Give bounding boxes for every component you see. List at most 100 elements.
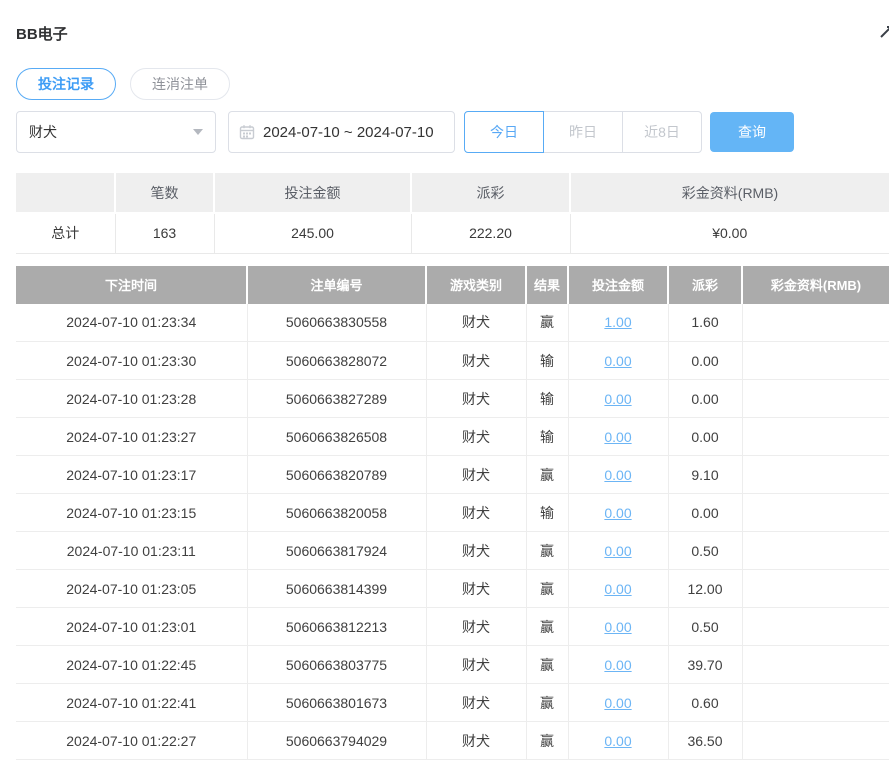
last-8-days-button[interactable]: 近8日 (622, 111, 702, 153)
cell-bet: 0.00 (568, 570, 668, 608)
cell-payout: 0.50 (668, 608, 742, 646)
bet-amount-link[interactable]: 0.00 (604, 505, 631, 521)
bet-amount-link[interactable]: 0.00 (604, 467, 631, 483)
cell-jackpot (742, 608, 889, 646)
cell-jackpot (742, 570, 889, 608)
cell-payout: 0.00 (668, 418, 742, 456)
summary-total-label: 总计 (16, 213, 115, 253)
record-type-tabs: 投注记录 连消注单 (16, 68, 889, 100)
bet-amount-link[interactable]: 0.00 (604, 657, 631, 673)
cell-game: 财犬 (426, 722, 526, 760)
table-row: 2024-07-10 01:22:455060663803775财犬赢0.003… (16, 646, 889, 684)
cell-game: 财犬 (426, 570, 526, 608)
cell-jackpot (742, 532, 889, 570)
table-row: 2024-07-10 01:23:155060663820058财犬输0.000… (16, 494, 889, 532)
table-row: 2024-07-10 01:23:055060663814399财犬赢0.001… (16, 570, 889, 608)
header-jackpot: 彩金资料(RMB) (742, 266, 889, 304)
today-button[interactable]: 今日 (464, 111, 544, 153)
cell-time: 2024-07-10 01:23:15 (16, 494, 247, 532)
cell-game: 财犬 (426, 646, 526, 684)
cell-order-no: 5060663820789 (247, 456, 426, 494)
cell-game: 财犬 (426, 608, 526, 646)
tab-cancelled-orders[interactable]: 连消注单 (130, 68, 230, 100)
header-result: 结果 (526, 266, 568, 304)
cell-time: 2024-07-10 01:23:11 (16, 532, 247, 570)
cell-time: 2024-07-10 01:22:41 (16, 684, 247, 722)
cell-game: 财犬 (426, 418, 526, 456)
cell-result: 赢 (526, 570, 568, 608)
bet-amount-link[interactable]: 1.00 (604, 314, 631, 330)
bet-amount-link[interactable]: 0.00 (604, 619, 631, 635)
cell-bet: 0.00 (568, 456, 668, 494)
page-title: BB电子 (16, 0, 889, 44)
cell-order-no: 5060663817924 (247, 532, 426, 570)
cell-bet: 0.00 (568, 684, 668, 722)
table-row: 2024-07-10 01:23:305060663828072财犬输0.000… (16, 342, 889, 380)
summary-header-count: 笔数 (115, 173, 214, 213)
cell-bet: 0.00 (568, 418, 668, 456)
cell-bet: 0.00 (568, 646, 668, 684)
cell-order-no: 5060663830558 (247, 304, 426, 342)
summary-total-bet-amount: 245.00 (214, 213, 411, 253)
cell-bet: 0.00 (568, 722, 668, 760)
cell-order-no: 5060663814399 (247, 570, 426, 608)
cell-game: 财犬 (426, 456, 526, 494)
cell-bet: 0.00 (568, 532, 668, 570)
cell-result: 赢 (526, 722, 568, 760)
cell-game: 财犬 (426, 684, 526, 722)
cell-time: 2024-07-10 01:22:27 (16, 722, 247, 760)
table-row: 2024-07-10 01:23:275060663826508财犬输0.000… (16, 418, 889, 456)
summary-header-bet-amount: 投注金额 (214, 173, 411, 213)
cell-result: 输 (526, 380, 568, 418)
date-range-picker[interactable]: 2024-07-10 ~ 2024-07-10 (228, 111, 455, 153)
table-row: 2024-07-10 01:23:115060663817924财犬赢0.000… (16, 532, 889, 570)
yesterday-button[interactable]: 昨日 (543, 111, 623, 153)
cell-bet: 1.00 (568, 304, 668, 342)
cell-jackpot (742, 646, 889, 684)
bet-amount-link[interactable]: 0.00 (604, 543, 631, 559)
cell-jackpot (742, 722, 889, 760)
cell-jackpot (742, 342, 889, 380)
table-row: 2024-07-10 01:22:415060663801673财犬赢0.000… (16, 684, 889, 722)
summary-header-jackpot: 彩金资料(RMB) (570, 173, 889, 213)
cell-result: 赢 (526, 532, 568, 570)
game-select-value: 财犬 (29, 122, 57, 142)
cell-payout: 0.50 (668, 532, 742, 570)
summary-header-payout: 派彩 (411, 173, 570, 213)
bet-amount-link[interactable]: 0.00 (604, 581, 631, 597)
cell-order-no: 5060663803775 (247, 646, 426, 684)
bet-amount-link[interactable]: 0.00 (604, 695, 631, 711)
cell-order-no: 5060663812213 (247, 608, 426, 646)
header-order-number: 注单编号 (247, 266, 426, 304)
header-bet-amount: 投注金额 (568, 266, 668, 304)
game-select[interactable]: 财犬 (16, 111, 216, 153)
search-button[interactable]: 查询 (710, 112, 794, 152)
summary-table: 笔数 投注金额 派彩 彩金资料(RMB) 总计 163 245.00 222.2… (16, 173, 889, 254)
cell-time: 2024-07-10 01:23:17 (16, 456, 247, 494)
cell-jackpot (742, 380, 889, 418)
bet-amount-link[interactable]: 0.00 (604, 429, 631, 445)
table-row: 2024-07-10 01:23:175060663820789财犬赢0.009… (16, 456, 889, 494)
bet-amount-link[interactable]: 0.00 (604, 391, 631, 407)
summary-total-payout: 222.20 (411, 213, 570, 253)
tab-bet-records[interactable]: 投注记录 (16, 68, 116, 100)
cell-order-no: 5060663801673 (247, 684, 426, 722)
cell-jackpot (742, 684, 889, 722)
quick-range-group: 今日 昨日 近8日 (464, 111, 702, 153)
bet-amount-link[interactable]: 0.00 (604, 353, 631, 369)
bet-amount-link[interactable]: 0.00 (604, 733, 631, 749)
close-icon[interactable] (880, 26, 889, 38)
cell-time: 2024-07-10 01:23:27 (16, 418, 247, 456)
cell-jackpot (742, 494, 889, 532)
cell-result: 赢 (526, 608, 568, 646)
cell-bet: 0.00 (568, 380, 668, 418)
header-payout: 派彩 (668, 266, 742, 304)
summary-total-row: 总计 163 245.00 222.20 ¥0.00 (16, 213, 889, 253)
tab-cancelled-orders-label: 连消注单 (152, 74, 208, 94)
records-table: 下注时间 注单编号 游戏类别 结果 投注金额 派彩 彩金资料(RMB) 2024… (16, 266, 889, 760)
cell-payout: 0.60 (668, 684, 742, 722)
cell-order-no: 5060663826508 (247, 418, 426, 456)
cell-payout: 12.00 (668, 570, 742, 608)
records-header-row: 下注时间 注单编号 游戏类别 结果 投注金额 派彩 彩金资料(RMB) (16, 266, 889, 304)
date-range-value: 2024-07-10 ~ 2024-07-10 (263, 124, 434, 141)
